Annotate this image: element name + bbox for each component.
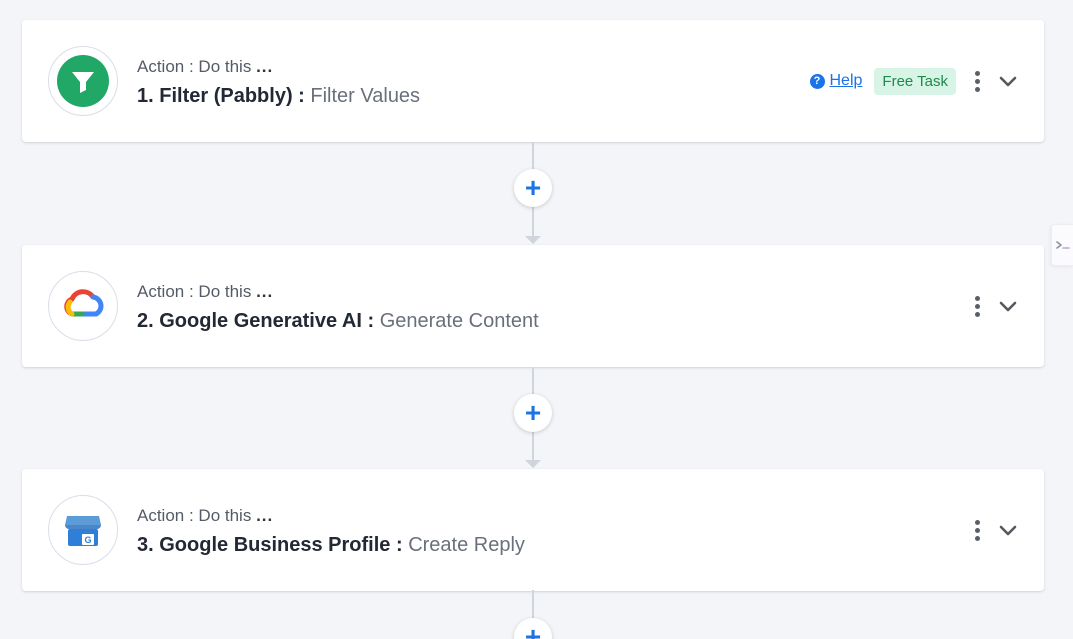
step-event-name: Filter Values: [310, 85, 421, 107]
step-app-name: Google Generative AI :: [159, 310, 375, 332]
step-actions: ? Help Free Task: [809, 20, 1019, 142]
google-business-profile-icon: G: [65, 516, 101, 546]
add-step-button[interactable]: +: [514, 618, 552, 639]
google-cloud-icon: [64, 289, 104, 317]
help-label: Help: [829, 72, 863, 89]
workflow-step-card[interactable]: Action : Do this ... 1. Filter (Pabbly) …: [22, 20, 1044, 142]
step-kind-label: Action : Do this ...: [137, 282, 274, 301]
step-app-name: Filter (Pabbly) :: [159, 85, 305, 107]
add-step-button[interactable]: +: [514, 169, 552, 207]
step-event-name: Create Reply: [408, 534, 525, 556]
step-event-name: Generate Content: [379, 310, 539, 332]
chevron-down-icon[interactable]: [998, 71, 1018, 91]
workflow-canvas: Action : Do this ... 1. Filter (Pabbly) …: [0, 0, 1073, 639]
step-kind-label: Action : Do this ...: [137, 506, 274, 525]
google-business-profile-app-logo: G: [48, 495, 118, 565]
workflow-step-card[interactable]: Action : Do this ... 2. Google Generativ…: [22, 245, 1044, 367]
step-title: 2. Google Generative AI : Generate Conte…: [137, 308, 539, 334]
step-number: 3.: [137, 534, 154, 556]
step-kind-label: Action : Do this ...: [137, 57, 274, 76]
add-step-button[interactable]: +: [514, 394, 552, 432]
kebab-menu-icon[interactable]: [970, 516, 984, 544]
free-task-badge: Free Task: [874, 67, 956, 95]
terminal-icon: [1055, 241, 1070, 249]
step-number: 1.: [137, 85, 154, 107]
svg-text:G: G: [84, 535, 91, 545]
chevron-down-icon[interactable]: [998, 520, 1018, 540]
step-actions: [970, 469, 1018, 591]
step-number: 2.: [137, 310, 154, 332]
filter-funnel-icon: [57, 55, 109, 107]
connector-arrow-icon: [525, 460, 541, 468]
chevron-down-icon[interactable]: [998, 296, 1018, 316]
step-title: 1. Filter (Pabbly) : Filter Values: [137, 83, 420, 109]
connector-arrow-icon: [525, 236, 541, 244]
step-actions: [970, 245, 1018, 367]
help-link[interactable]: ? Help: [809, 72, 863, 90]
filter-app-logo: [48, 46, 118, 116]
step-text: Action : Do this ... 1. Filter (Pabbly) …: [137, 56, 420, 109]
help-icon: ?: [809, 73, 825, 89]
google-cloud-app-logo: [48, 271, 118, 341]
side-panel-toggle[interactable]: [1051, 224, 1073, 266]
step-text: Action : Do this ... 2. Google Generativ…: [137, 281, 539, 334]
kebab-menu-icon[interactable]: [970, 292, 984, 320]
step-title: 3. Google Business Profile : Create Repl…: [137, 532, 525, 558]
kebab-menu-icon[interactable]: [970, 67, 984, 95]
step-connector: [532, 590, 534, 620]
step-text: Action : Do this ... 3. Google Business …: [137, 505, 525, 558]
workflow-step-card[interactable]: G Action : Do this ... 3. Google Busines…: [22, 469, 1044, 591]
step-app-name: Google Business Profile :: [159, 534, 403, 556]
